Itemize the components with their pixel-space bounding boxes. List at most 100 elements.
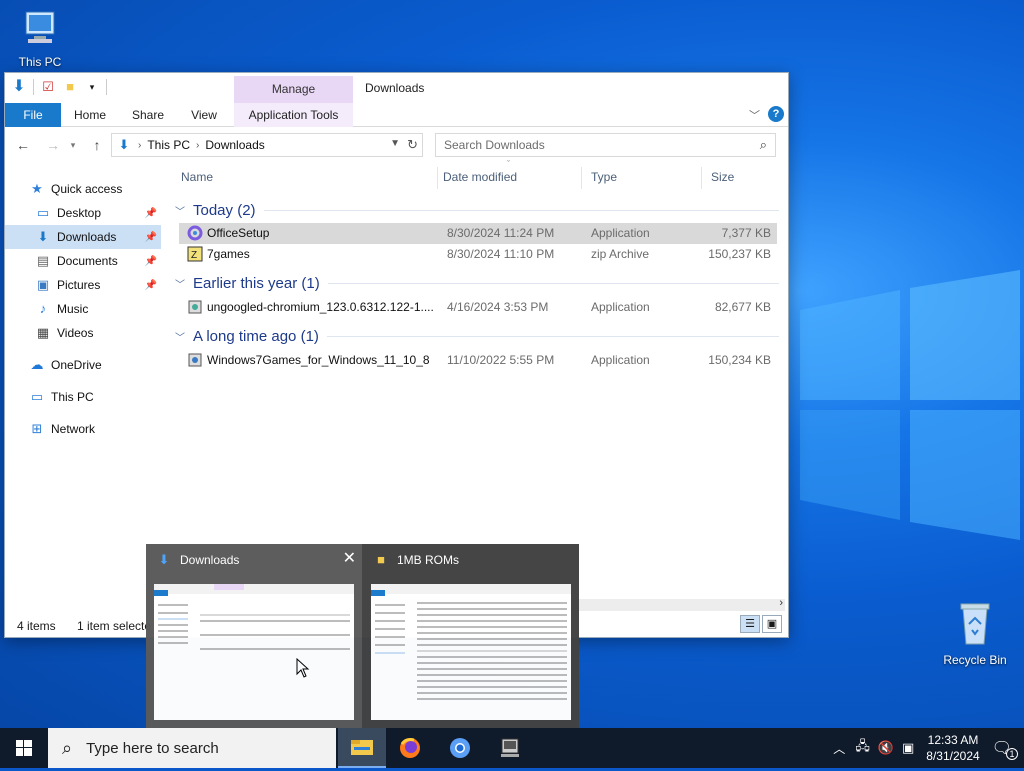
file-name: OfficeSetup [207,226,270,240]
details-view-icon[interactable]: ☰ [740,615,760,633]
pin-icon[interactable]: 📌 [145,232,157,243]
desktop-icon-recycle-bin[interactable]: Recycle Bin [935,600,1015,667]
scroll-right-icon[interactable]: › [779,597,783,609]
table-row[interactable]: Z 7games 8/30/2024 11:10 PM zip Archive … [179,244,777,265]
expand-ribbon-icon[interactable]: ﹀ [749,107,760,123]
sidebar-item-music[interactable]: ♪ Music [5,297,161,321]
properties-icon[interactable]: ☑ [40,79,56,95]
taskbar-app-chromium[interactable] [436,728,484,768]
taskbar-search-input[interactable]: ⌕ Type here to search [48,728,336,768]
breadcrumb-this-pc[interactable]: This PC [147,138,190,152]
view-buttons: ☰ ▣ [740,615,782,633]
notification-icon[interactable]: 🗨 1 [992,738,1018,760]
preview-thumbnail [371,584,571,720]
display-icon[interactable]: ▣ [902,740,914,756]
search-icon[interactable]: ⌕ [760,137,767,153]
file-date: 8/30/2024 11:24 PM [447,226,555,240]
taskbar-app-file-explorer[interactable] [338,728,386,768]
network-icon[interactable]: 🖧 [855,737,870,759]
tab-application-tools[interactable]: Application Tools [234,103,353,127]
office-icon [187,225,203,244]
sidebar-item-label: Downloads [57,230,117,244]
group-divider [263,209,779,211]
new-folder-icon[interactable]: ■ [62,79,78,95]
download-arrow-icon[interactable]: ⬇ [11,79,27,95]
forward-arrow-icon[interactable]: → [43,135,63,155]
group-label: Earlier this year (1) [193,274,320,292]
chevron-up-icon[interactable]: ︿ [833,740,845,757]
sidebar-item-quick-access[interactable]: ★ Quick access [5,177,161,201]
preview-downloads[interactable]: ⬇ Downloads ✕ [146,544,362,728]
column-header-name[interactable]: Name [181,165,213,189]
sidebar-item-downloads[interactable]: ⬇ Downloads 📌 [5,225,161,249]
sidebar-item-network[interactable]: ⊞ Network [5,417,161,441]
taskbar-app-firefox[interactable] [386,728,434,768]
sidebar-item-label: OneDrive [51,358,102,372]
sidebar-item-onedrive[interactable]: ☁ OneDrive [5,353,161,377]
pin-icon[interactable]: 📌 [145,256,157,267]
address-bar[interactable]: ⬇ › This PC › Downloads ▼ ↻ [111,133,423,157]
pin-icon[interactable]: 📌 [145,280,157,291]
computer-icon [501,738,519,757]
address-dropdown-icon[interactable]: ▼ [390,138,400,149]
table-row[interactable]: ungoogled-chromium_123.0.6312.122-1.... … [179,297,777,318]
tab-view[interactable]: View [181,103,227,127]
recycle-bin-icon [960,603,990,645]
column-divider[interactable] [437,167,438,189]
large-icons-view-icon[interactable]: ▣ [762,615,782,633]
column-header-size[interactable]: Size [711,165,734,189]
svg-text:Z: Z [191,250,197,261]
close-icon[interactable]: ✕ [343,548,356,568]
sidebar-item-this-pc[interactable]: ▭ This PC [5,385,161,409]
group-header-today[interactable]: ﹀ Today (2) [171,199,783,221]
search-input[interactable]: Search Downloads ⌕ [435,133,776,157]
start-button[interactable] [0,728,48,768]
clock[interactable]: 12:33 AM 8/31/2024 [926,732,979,764]
sidebar-item-pictures[interactable]: ▣ Pictures 📌 [5,273,161,297]
file-name: Windows7Games_for_Windows_11_10_8 [207,353,430,367]
taskbar-app-computer[interactable] [486,728,534,768]
taskbar: ⌕ Type here to search ︿ 🖧 🔇 ▣ 12:33 AM 8… [0,728,1024,768]
breadcrumb-chevron-icon[interactable]: › [196,140,199,151]
column-header-type[interactable]: Type [591,165,617,189]
tab-home[interactable]: Home [67,103,113,127]
pictures-icon: ▣ [36,277,50,292]
sidebar-item-videos[interactable]: ▦ Videos [5,321,161,345]
item-count: 4 items [17,619,56,633]
qat-dropdown-icon[interactable]: ▾ [84,79,100,95]
title-bar: ⬇ ☑ ■ ▾ Manage Downloads [5,73,788,103]
help-icon[interactable]: ? [768,106,784,122]
table-row[interactable]: Windows7Games_for_Windows_11_10_8 11/10/… [179,350,777,371]
folder-icon [351,740,373,755]
refresh-icon[interactable]: ↻ [407,137,418,153]
tab-file[interactable]: File [5,103,61,127]
desktop-icon-label: This PC [18,55,62,69]
download-icon: ⬇ [37,229,49,244]
desktop-icon-this-pc[interactable]: This PC [0,8,80,69]
table-row[interactable]: OfficeSetup 8/30/2024 11:24 PM Applicati… [179,223,777,244]
breadcrumb-downloads[interactable]: Downloads [205,138,264,152]
sidebar-item-desktop[interactable]: ▭ Desktop 📌 [5,201,161,225]
preview-header: ⬇ Downloads [156,550,240,570]
network-icon: ⊞ [31,421,43,436]
videos-icon: ▦ [36,325,50,340]
breadcrumb-chevron-icon[interactable]: › [138,140,141,151]
computer-icon [25,11,55,43]
column-divider[interactable] [581,167,582,189]
group-header-earlier-this-year[interactable]: ﹀ Earlier this year (1) [171,272,783,294]
recent-locations-icon[interactable]: ▾ [63,135,83,155]
tab-share[interactable]: Share [125,103,171,127]
up-arrow-icon[interactable]: ↑ [87,135,107,155]
preview-1mb-roms[interactable]: ■ 1MB ROMs [363,544,579,728]
volume-muted-icon[interactable]: 🔇 [878,740,894,756]
back-arrow-icon[interactable]: ← [13,135,33,155]
chromium-icon [450,738,470,758]
taskbar-thumbnail-previews: ⬇ Downloads ✕ ■ 1MB ROMs [146,544,579,728]
column-header-date-modified[interactable]: Date modified [443,165,517,189]
column-divider[interactable] [701,167,702,189]
sidebar-item-documents[interactable]: ▤ Documents 📌 [5,249,161,273]
manage-context-header[interactable]: Manage [234,76,353,103]
installer-icon [187,299,203,318]
pin-icon[interactable]: 📌 [145,208,157,219]
group-header-a-long-time-ago[interactable]: ﹀ A long time ago (1) [171,325,783,347]
